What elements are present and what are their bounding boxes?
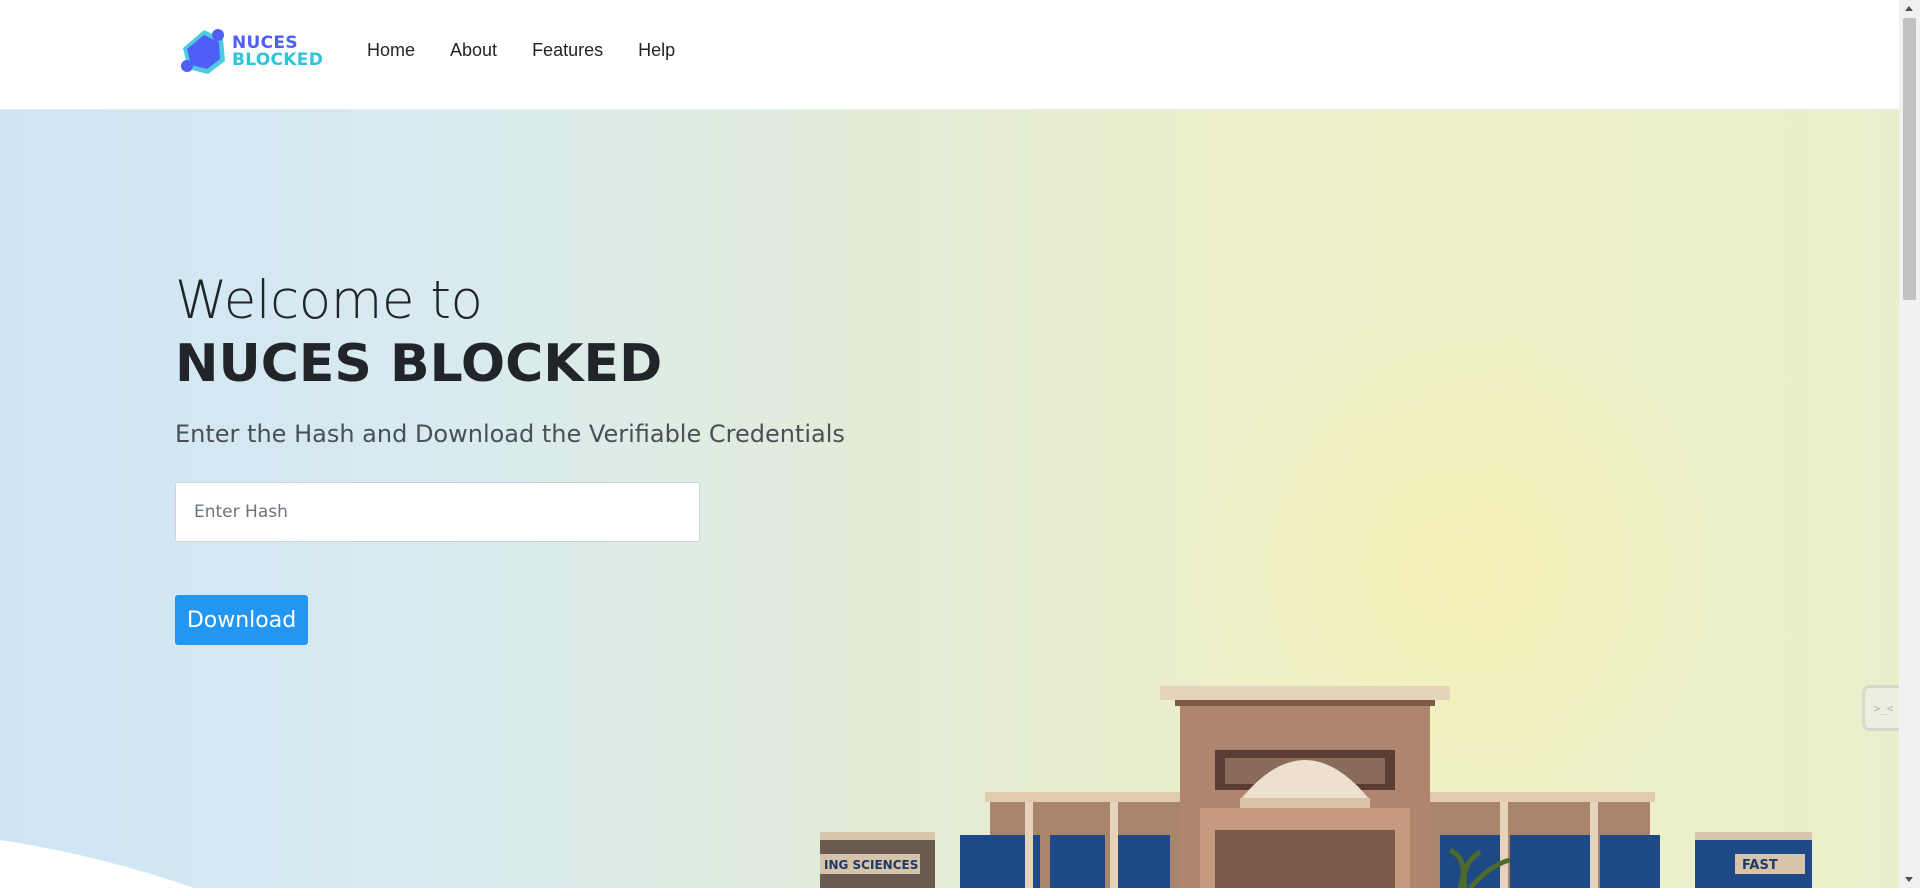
logo-hexagon-icon [181, 29, 225, 74]
nav-help-link[interactable]: Help [638, 40, 675, 61]
scroll-thumb[interactable] [1903, 18, 1916, 300]
top-navbar: NUCES BLOCKED Home About Features Help [0, 0, 1899, 110]
nav-home-link[interactable]: Home [367, 40, 415, 61]
nav-about-link[interactable]: About [450, 40, 497, 61]
hash-input[interactable] [175, 482, 700, 542]
logo-line-2: BLOCKED [232, 50, 324, 70]
main-nav: Home About Features Help [367, 40, 710, 61]
building-sign-left: ING SCIENCES [824, 858, 918, 872]
side-console-widget[interactable]: >_< [1862, 685, 1902, 731]
hero-subtitle: Enter the Hash and Download the Verifiab… [175, 420, 845, 448]
page-scrollbar[interactable] [1899, 0, 1920, 888]
scroll-up-arrow-icon[interactable] [1905, 6, 1913, 11]
building-sign-right: FAST [1742, 858, 1778, 873]
logo-text: NUCES BLOCKED [232, 35, 323, 69]
nav-features-link[interactable]: Features [532, 40, 603, 61]
welcome-heading: Welcome to [175, 270, 483, 331]
site-logo[interactable]: NUCES BLOCKED [178, 26, 323, 78]
hero-wave-shape [0, 840, 195, 888]
brand-title: NUCES BLOCKED [175, 334, 663, 394]
campus-building-image: ING SCIENCES FAST [820, 686, 1812, 888]
download-button[interactable]: Download [175, 595, 308, 645]
scroll-down-arrow-icon[interactable] [1905, 877, 1913, 882]
hero-section: Welcome to NUCES BLOCKED Enter the Hash … [0, 110, 1899, 888]
